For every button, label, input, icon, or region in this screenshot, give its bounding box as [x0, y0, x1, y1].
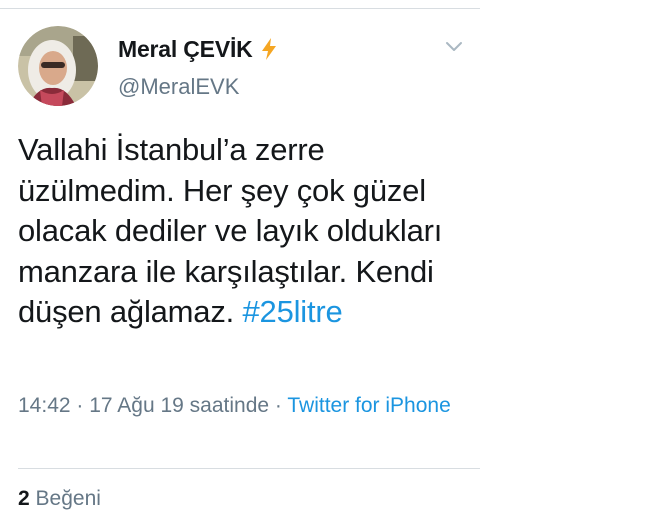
- avatar[interactable]: [18, 26, 98, 106]
- tweet-meta: 14:42 · 17 Ağu 19 saatinde · Twitter for…: [18, 392, 468, 420]
- tweet-date[interactable]: 17 Ağu 19 saatinde: [89, 394, 269, 417]
- hashtag-link[interactable]: #25litre: [242, 294, 342, 329]
- display-name[interactable]: Meral ÇEVİK: [118, 36, 253, 63]
- tweet-text: Vallahi İstanbul’a zerre üzülmedim. Her …: [18, 130, 468, 333]
- stats-divider: [18, 468, 480, 469]
- tweet-time[interactable]: 14:42: [18, 394, 71, 417]
- likes-stat[interactable]: 2 Beğeni: [18, 487, 101, 511]
- top-divider: [0, 8, 480, 9]
- tweet-source-link[interactable]: Twitter for iPhone: [287, 394, 450, 417]
- user-handle[interactable]: @MeralEVK: [118, 74, 239, 100]
- meta-separator: ·: [269, 394, 288, 417]
- lightning-bolt-icon: [259, 37, 279, 61]
- chevron-down-icon[interactable]: [444, 40, 464, 54]
- likes-count: 2: [18, 487, 30, 510]
- avatar-image: [18, 26, 98, 106]
- likes-label: Beğeni: [35, 487, 101, 510]
- meta-separator: ·: [70, 394, 90, 417]
- tweet-body: Vallahi İstanbul’a zerre üzülmedim. Her …: [18, 132, 443, 329]
- display-name-row[interactable]: Meral ÇEVİK: [118, 34, 279, 64]
